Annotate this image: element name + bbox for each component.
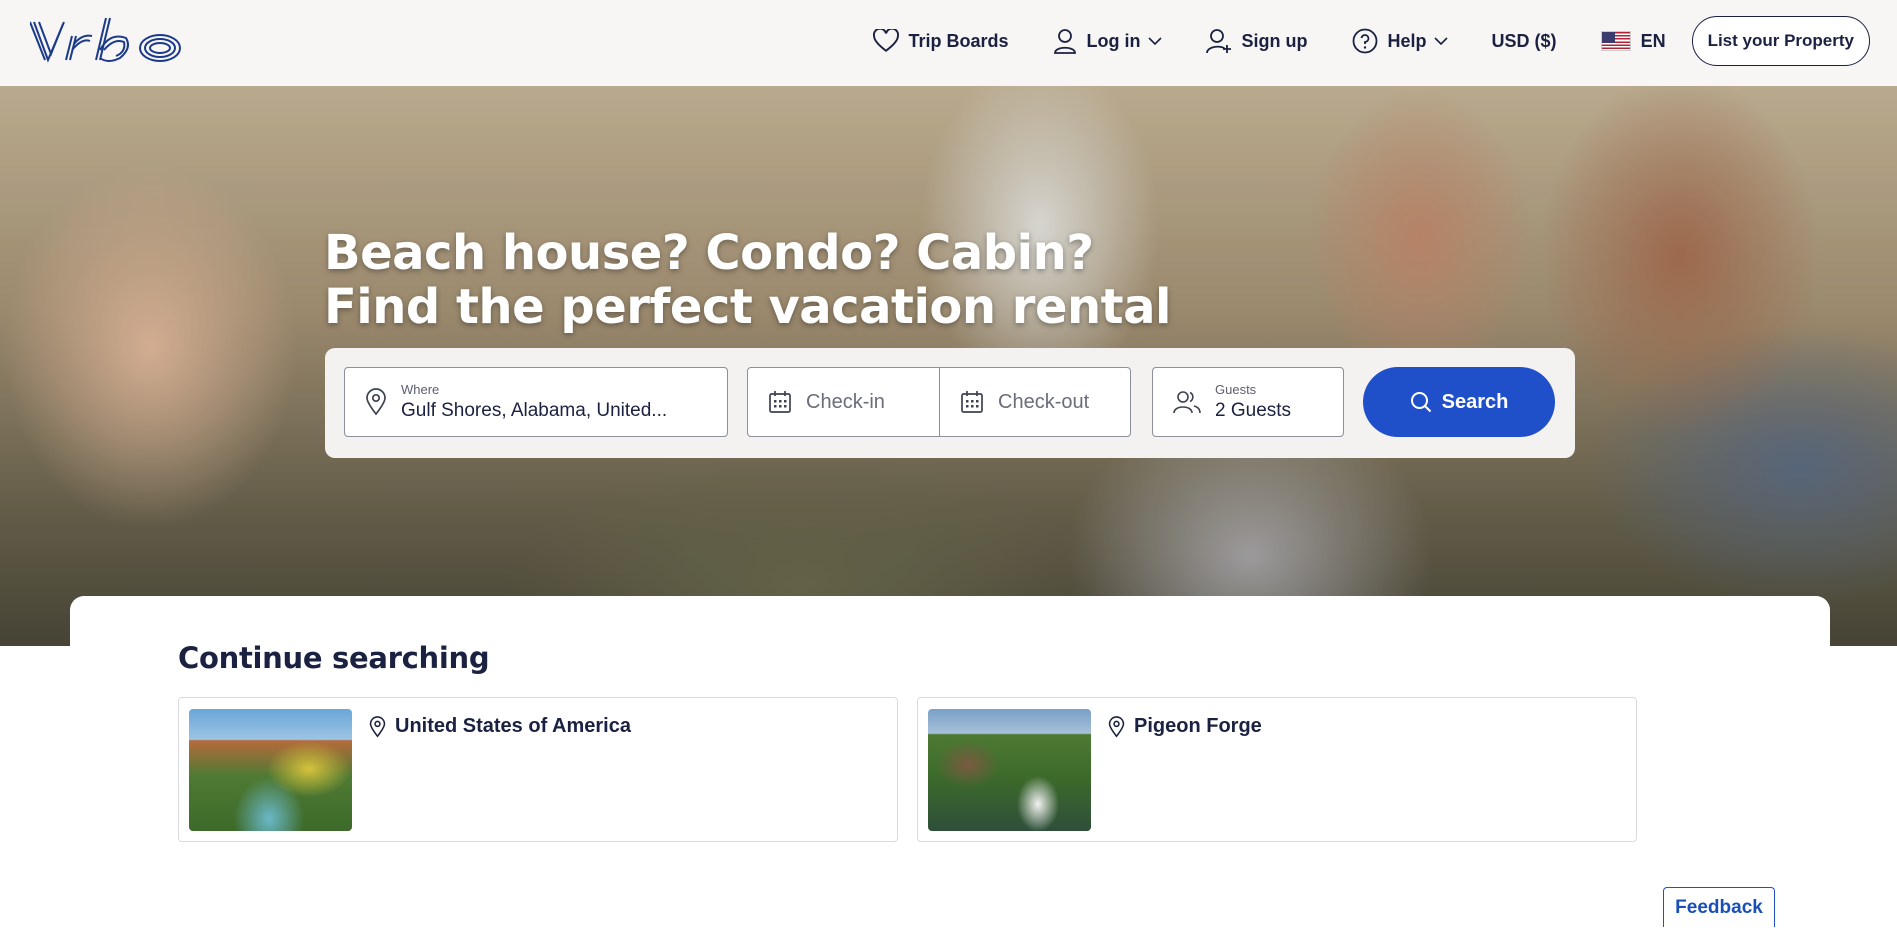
hero-headline: Beach house? Condo? Cabin? Find the perf…	[324, 226, 1171, 334]
help-menu[interactable]: Help	[1352, 28, 1448, 54]
map-pin-icon	[1108, 715, 1125, 738]
recent-search-location: Pigeon Forge	[1108, 715, 1262, 738]
recent-search-location-label: Pigeon Forge	[1134, 715, 1262, 737]
user-icon	[1053, 29, 1076, 54]
search-button-label: Search	[1441, 390, 1509, 413]
currency-selector[interactable]: USD ($)	[1492, 31, 1557, 52]
log-in-menu[interactable]: Log in	[1053, 28, 1162, 54]
recent-search-card[interactable]: United States of America	[178, 697, 898, 842]
headline-line-1: Beach house? Condo? Cabin?	[324, 225, 1094, 281]
guests-label: Guests	[1215, 382, 1257, 397]
guests-field[interactable]: Guests 2 Guests	[1152, 367, 1344, 437]
calendar-icon	[961, 391, 983, 413]
where-value: Gulf Shores, Alabama, United...	[401, 400, 668, 421]
search-button[interactable]: Search	[1363, 367, 1555, 437]
map-pin-icon	[366, 388, 386, 416]
us-flag-icon	[1600, 31, 1631, 51]
chevron-down-icon	[1433, 36, 1448, 45]
recent-search-thumbnail	[189, 709, 352, 831]
header-nav: Trip Boards Log in Sign up Help USD ($) …	[829, 16, 1870, 66]
log-in-label: Log in	[1086, 30, 1141, 51]
trip-boards-link[interactable]: Trip Boards	[872, 29, 1009, 53]
check-out-placeholder: Check-out	[998, 390, 1090, 413]
search-panel: Where Gulf Shores, Alabama, United... Ch…	[325, 348, 1575, 458]
trip-boards-label: Trip Boards	[908, 30, 1009, 51]
chevron-down-icon	[1147, 36, 1162, 45]
headline-line-2: Find the perfect vacation rental	[324, 279, 1171, 335]
recent-search-card[interactable]: Pigeon Forge	[917, 697, 1637, 842]
help-label: Help	[1387, 30, 1427, 51]
check-out-field[interactable]: Check-out	[939, 367, 1131, 437]
where-field[interactable]: Where Gulf Shores, Alabama, United...	[344, 367, 728, 437]
sign-up-link[interactable]: Sign up	[1205, 28, 1308, 54]
continue-searching-title: Continue searching	[178, 641, 490, 675]
recent-search-location-label: United States of America	[395, 715, 631, 737]
top-header: Trip Boards Log in Sign up Help USD ($) …	[0, 0, 1897, 86]
help-circle-icon	[1352, 28, 1377, 54]
recent-search-thumbnail	[928, 709, 1091, 831]
check-in-placeholder: Check-in	[806, 390, 885, 413]
users-icon	[1173, 391, 1201, 414]
language-selector[interactable]: EN	[1600, 30, 1666, 52]
check-in-field[interactable]: Check-in	[747, 367, 940, 437]
sign-up-label: Sign up	[1241, 30, 1308, 51]
calendar-icon	[769, 391, 791, 413]
user-plus-icon	[1205, 29, 1231, 54]
list-your-property-button[interactable]: List your Property	[1691, 16, 1870, 66]
where-label: Where	[401, 382, 440, 397]
feedback-button[interactable]: Feedback	[1663, 887, 1775, 927]
search-icon	[1410, 392, 1431, 413]
recent-search-location: United States of America	[369, 715, 631, 738]
heart-icon	[872, 29, 899, 52]
map-pin-icon	[369, 715, 386, 738]
content-section: Continue searching United States of Amer…	[70, 596, 1830, 936]
guests-value: 2 Guests	[1215, 400, 1292, 421]
currency-label: USD ($)	[1491, 30, 1557, 51]
vrbo-logo[interactable]	[30, 14, 185, 66]
language-label: EN	[1640, 30, 1666, 51]
